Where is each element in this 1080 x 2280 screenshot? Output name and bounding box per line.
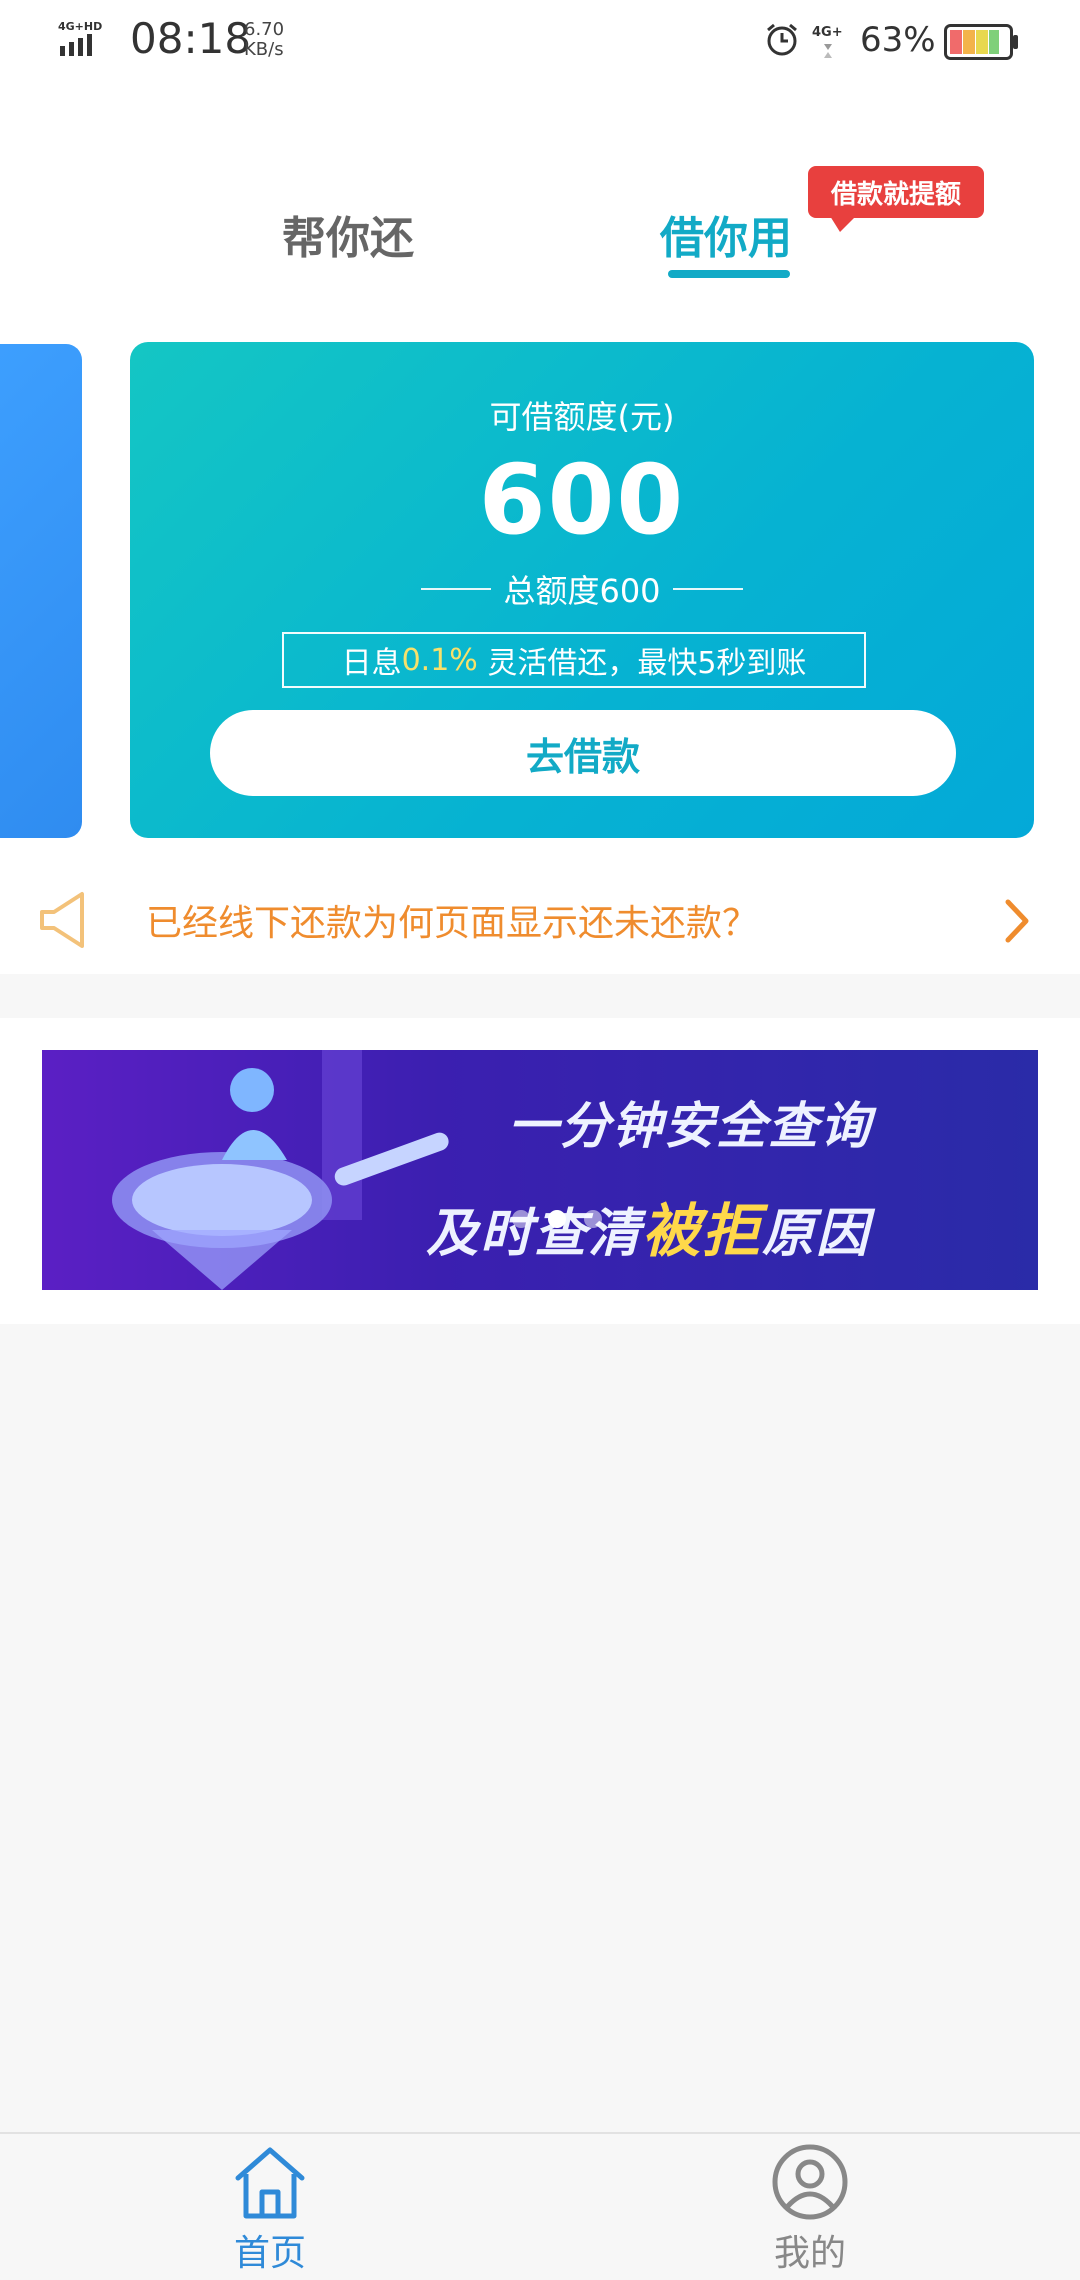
nav-mine-label: 我的	[773, 2233, 846, 2274]
carousel-dot-active[interactable]	[548, 1210, 566, 1228]
header: 帮你还 借你用 借款就提额	[0, 84, 1080, 294]
available-amount: 600	[478, 444, 686, 556]
available-amount-label: 可借额度(元)	[489, 398, 675, 436]
tab-repay[interactable]: 帮你还	[282, 202, 414, 266]
speed-value: 6.70	[244, 19, 285, 40]
bottom-nav: 首页 我的	[0, 2132, 1080, 2280]
active-tab-indicator	[668, 270, 790, 278]
banner-subline-c: 原因	[762, 1204, 871, 1264]
tab-borrow[interactable]: 借你用	[660, 202, 792, 266]
borrow-button[interactable]: 去借款	[210, 710, 956, 796]
mobile-data-icon: 4G+	[812, 25, 843, 58]
network-label: 4G+HD	[58, 20, 102, 33]
carousel-dot[interactable]	[584, 1210, 602, 1228]
banner-subline: 及时查清被拒原因	[426, 1184, 870, 1268]
interest-rate: 0.1%	[401, 642, 478, 678]
nav-mine[interactable]: 我的	[710, 2142, 910, 2276]
promo-badge: 借款就提额	[808, 166, 984, 232]
divider-line	[672, 588, 743, 590]
net2-label: 4G+	[812, 25, 843, 40]
nav-home[interactable]: 首页	[170, 2142, 370, 2276]
network-speed: 6.70 KB/s	[244, 20, 284, 60]
interest-info: 日息 0.1% 灵活借还，最快5秒到账	[282, 632, 866, 688]
user-icon	[772, 2144, 848, 2220]
speaker-icon	[40, 892, 84, 948]
nav-home-label: 首页	[233, 2233, 306, 2274]
speed-unit: KB/s	[244, 39, 284, 60]
previous-card[interactable]	[0, 344, 82, 838]
carousel-dot[interactable]	[512, 1210, 530, 1228]
notice-bar[interactable]: 已经线下还款为何页面显示还未还款？	[0, 858, 1080, 974]
alarm-icon	[767, 23, 797, 56]
divider-line	[421, 588, 492, 590]
card-carousel: 可借额度(元) 600 总额度600 日息 0.1% 灵活借还，最快5秒到账 去…	[0, 294, 1080, 858]
banner-highlight: 被拒	[642, 1197, 763, 1265]
total-limit-text: 总额度600	[503, 572, 661, 610]
promo-banner[interactable]: 一分钟安全查询 及时查清被拒原因	[42, 1050, 1038, 1290]
banner-headline: 一分钟安全查询	[508, 1097, 872, 1155]
interest-suffix: 灵活借还，最快5秒到账	[477, 646, 807, 681]
battery-percent: 63%	[860, 20, 936, 60]
battery-icon	[944, 24, 1018, 60]
signal-icon: 4G+HD	[58, 20, 102, 56]
carousel-dots	[512, 1210, 602, 1228]
interest-prefix: 日息	[341, 646, 402, 681]
banner-section: 一分钟安全查询 及时查清被拒原因	[0, 1018, 1080, 1324]
notice-text[interactable]: 已经线下还款为何页面显示还未还款？	[146, 894, 758, 946]
status-bar: 4G+HD 08:18 6.70 KB/s 4G+ 63%	[0, 0, 1080, 84]
home-icon	[235, 2147, 305, 2219]
status-time: 08:18	[130, 14, 252, 63]
chevron-right-icon[interactable]	[1004, 898, 1032, 944]
loan-card: 可借额度(元) 600 总额度600 日息 0.1% 灵活借还，最快5秒到账 去…	[130, 342, 1034, 838]
total-limit-row: 总额度600	[130, 566, 1034, 612]
